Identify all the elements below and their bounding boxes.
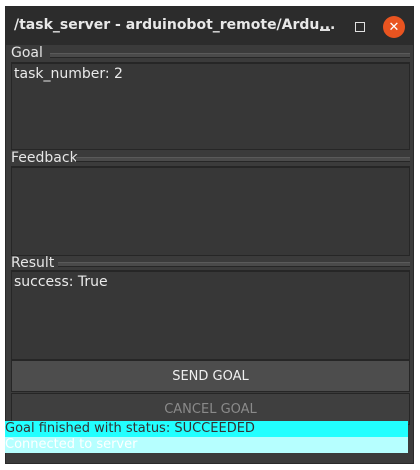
- feedback-divider: [76, 157, 410, 162]
- feedback-textarea[interactable]: [11, 166, 410, 256]
- result-label: Result: [11, 255, 55, 271]
- feedback-label: Feedback: [11, 150, 78, 166]
- goal-textarea[interactable]: task_number: 2: [11, 62, 410, 150]
- connection-status: Connected to server: [5, 437, 408, 453]
- action-client-window: /task_server - arduinobot_remote/Ardu...…: [5, 6, 414, 464]
- goal-label: Goal: [11, 45, 43, 61]
- close-button[interactable]: ✕: [383, 16, 405, 38]
- minimize-button[interactable]: [314, 16, 336, 38]
- minimize-icon: [320, 29, 330, 31]
- status-message: Goal finished with status: SUCCEEDED: [5, 421, 408, 437]
- result-textarea[interactable]: success: True: [11, 270, 410, 360]
- goal-divider: [50, 53, 410, 58]
- title-bar[interactable]: /task_server - arduinobot_remote/Ardu...…: [6, 7, 413, 45]
- maximize-button[interactable]: [349, 16, 371, 38]
- maximize-icon: [355, 22, 365, 32]
- send-goal-button[interactable]: SEND GOAL: [11, 360, 410, 392]
- window-title: /task_server - arduinobot_remote/Ardu...: [14, 17, 336, 33]
- result-divider: [58, 262, 410, 267]
- close-icon: ✕: [388, 19, 400, 35]
